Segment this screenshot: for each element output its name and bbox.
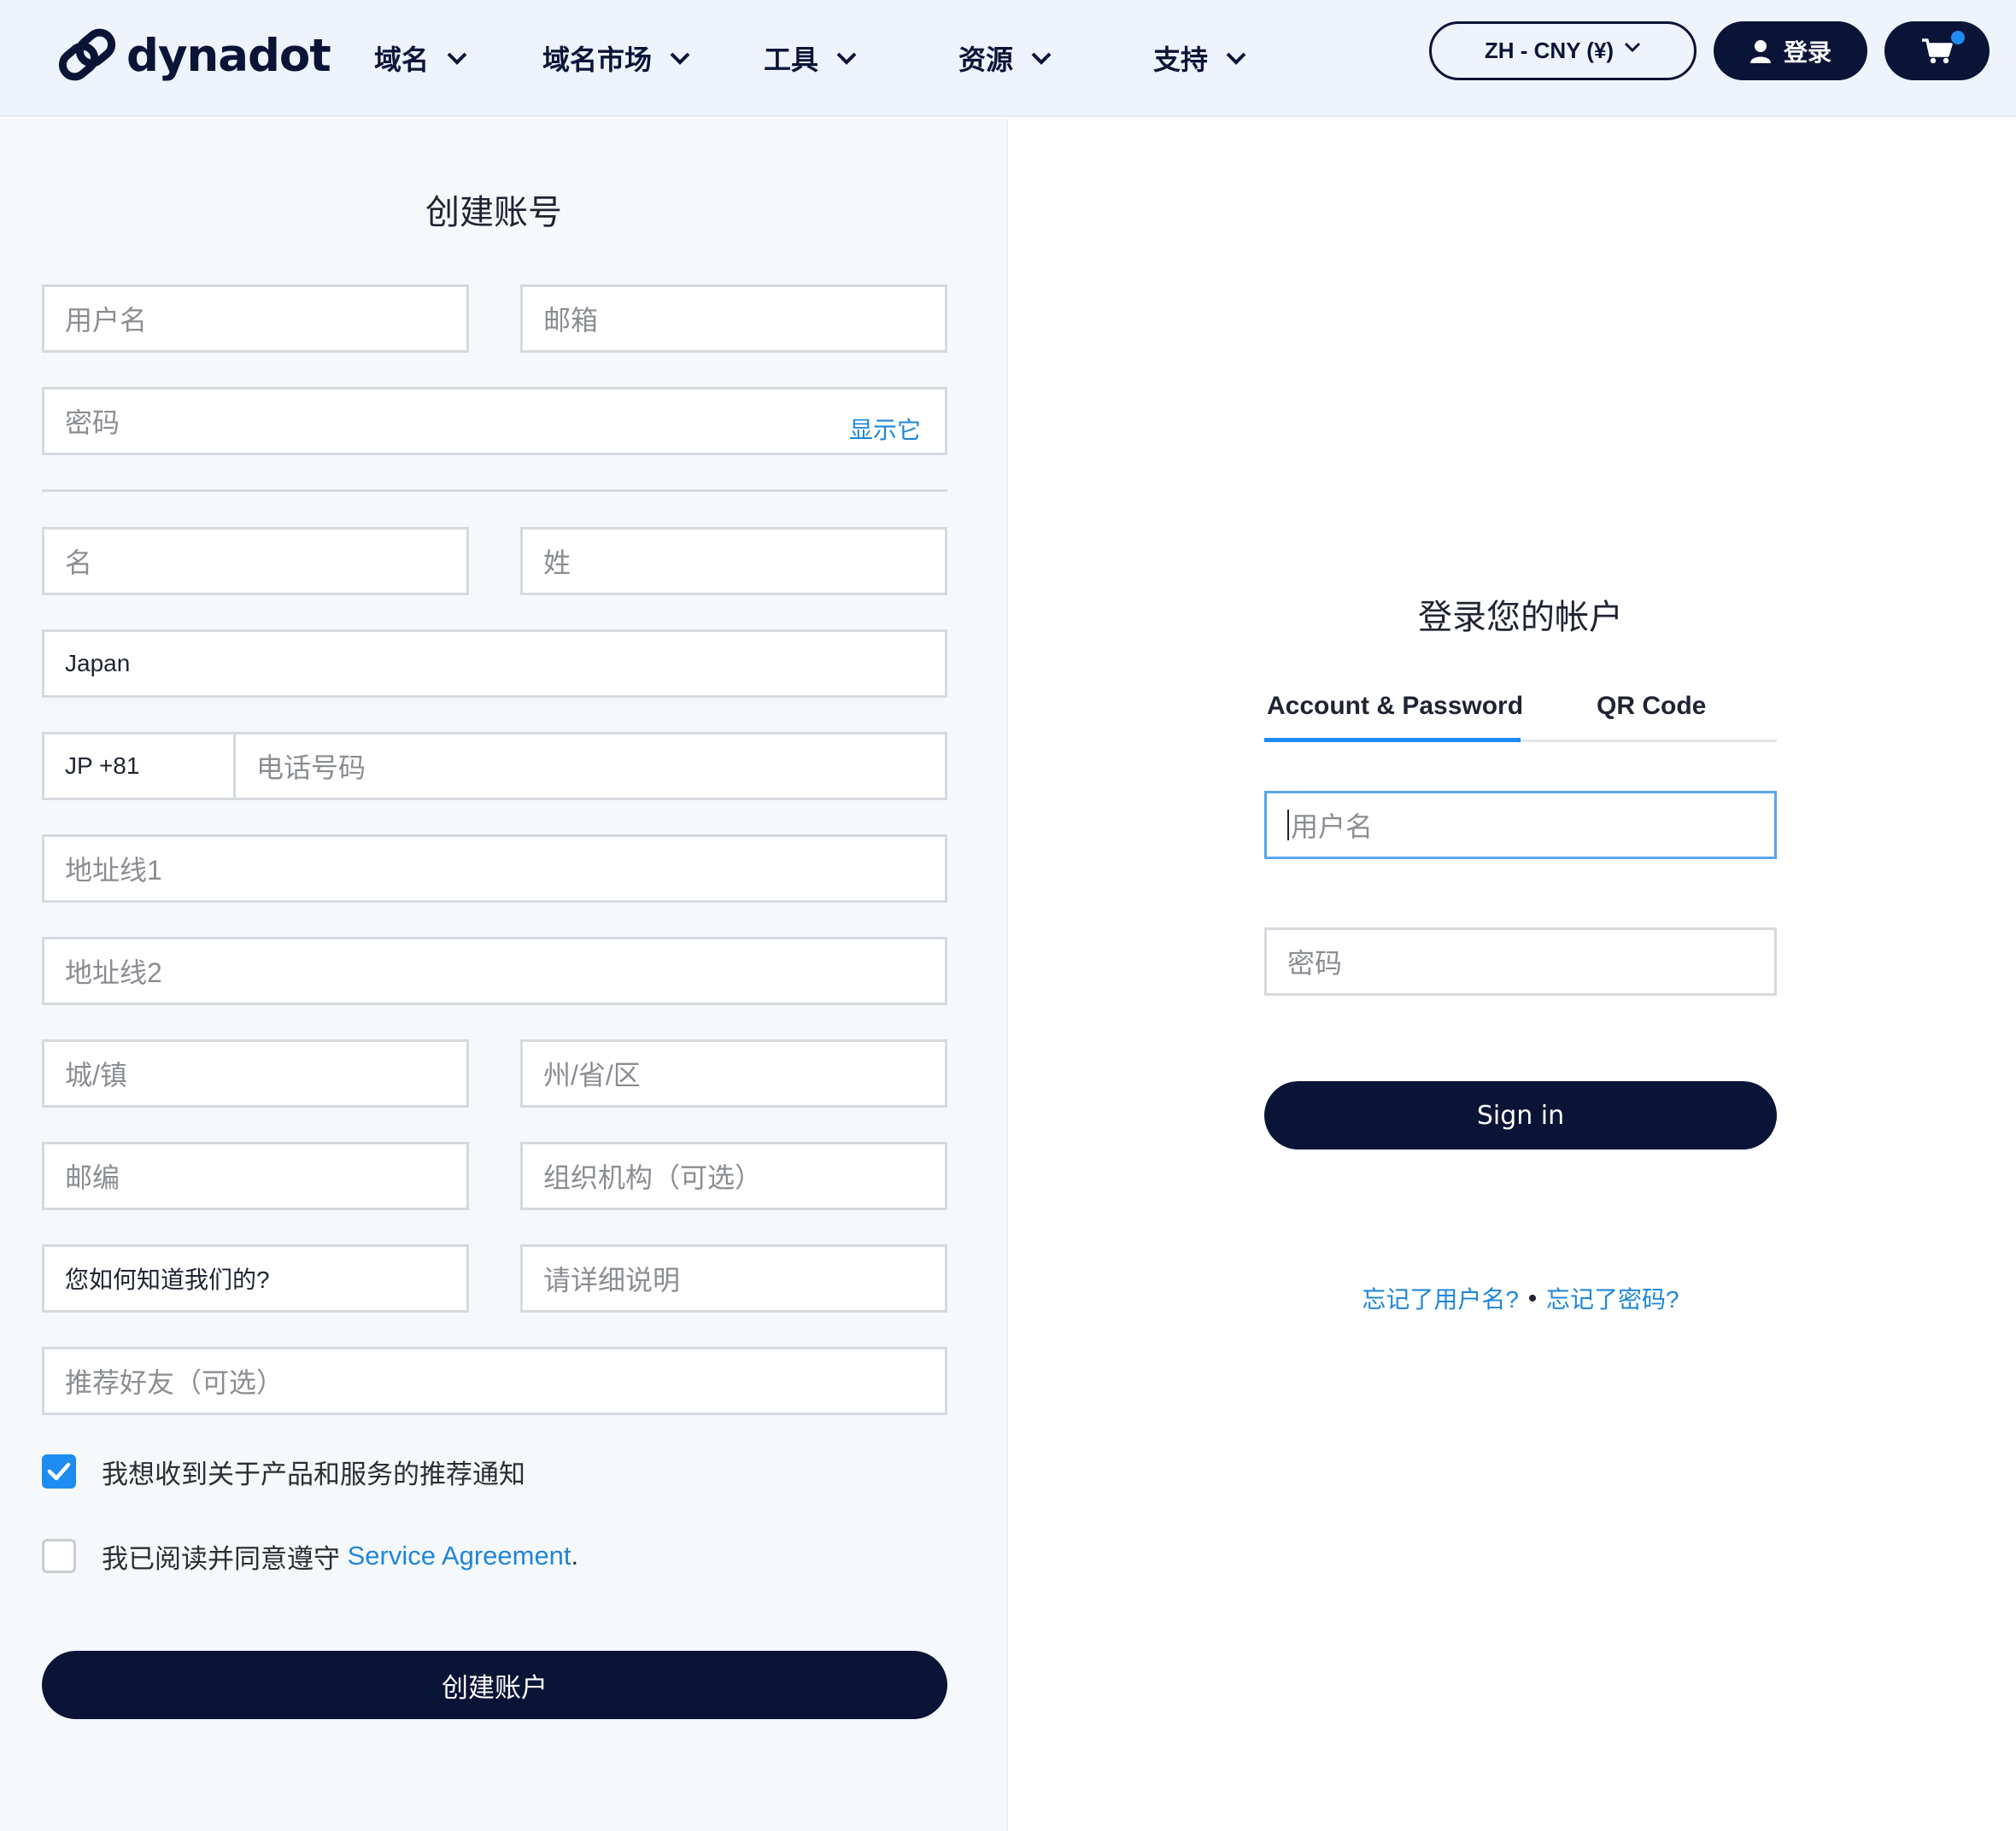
city-input[interactable]: 城/镇 — [42, 1039, 469, 1108]
panel-divider — [1006, 119, 1008, 1831]
forgot-password-link[interactable]: 忘记了密码? — [1546, 1281, 1679, 1315]
agreement-prefix: 我已阅读并同意遵守 — [102, 1543, 348, 1574]
state-input[interactable]: 州/省/区 — [520, 1039, 947, 1108]
nav-label: 域名 — [374, 44, 430, 75]
placeholder: 用户名 — [1291, 811, 1374, 842]
placeholder: 地址线2 — [65, 957, 162, 988]
signin-title: 登录您的帐户 — [1418, 599, 1623, 636]
referral-source-value: 您如何知道我们的? — [65, 1266, 270, 1293]
sign-in-button[interactable]: Sign in — [1264, 1081, 1777, 1149]
address-line2-input[interactable]: 地址线2 — [42, 937, 947, 1005]
referral-details-input[interactable]: 请详细说明 — [520, 1244, 947, 1313]
header-login-button[interactable]: 登录 — [1714, 21, 1867, 80]
nav-resources[interactable]: 资源 — [958, 38, 1052, 79]
placeholder: 城/镇 — [65, 1060, 127, 1091]
nav-marketplace[interactable]: 域名市场 — [542, 38, 691, 79]
country-value: Japan — [65, 650, 131, 676]
language-currency-label: ZH - CNY (¥) — [1484, 38, 1615, 63]
brand-name: dynadot — [126, 29, 331, 82]
create-account-button[interactable]: 创建账户 — [42, 1651, 947, 1719]
cart-button[interactable] — [1884, 21, 1990, 80]
chevron-down-icon — [670, 52, 690, 65]
tab-qr-code[interactable]: QR Code — [1597, 692, 1706, 721]
phone-country-code-select[interactable]: JP +81 — [65, 734, 236, 798]
nav-domains[interactable]: 域名 — [374, 38, 468, 79]
organization-input[interactable]: 组织机构（可选） — [520, 1142, 947, 1210]
link-separator — [1529, 1295, 1536, 1302]
dynadot-logo-icon — [58, 28, 116, 81]
placeholder: 名 — [65, 547, 93, 578]
chevron-down-icon — [1625, 42, 1641, 52]
tab-account-password[interactable]: Account & Password — [1267, 692, 1523, 721]
placeholder: 组织机构（可选） — [543, 1162, 763, 1193]
newsletter-label: 我想收到关于产品和服务的推荐通知 — [102, 1459, 525, 1489]
chevron-down-icon — [1031, 52, 1052, 65]
brand-logo[interactable]: dynadot — [56, 24, 331, 87]
signup-email-input[interactable]: 邮箱 — [520, 284, 947, 353]
newsletter-option: 我想收到关于产品和服务的推荐通知 — [42, 1454, 525, 1489]
forgot-links: 忘记了用户名? 忘记了密码? — [1264, 1281, 1777, 1315]
placeholder: 州/省/区 — [543, 1060, 641, 1091]
placeholder: 姓 — [543, 547, 571, 578]
placeholder: 密码 — [1287, 948, 1343, 979]
placeholder: 邮箱 — [543, 305, 599, 336]
chevron-down-icon — [447, 52, 467, 65]
language-currency-selector[interactable]: ZH - CNY (¥) — [1429, 21, 1697, 80]
nav-label: 域名市场 — [542, 44, 653, 75]
referral-source-select[interactable]: 您如何知道我们的? — [42, 1244, 469, 1313]
chevron-down-icon — [836, 52, 857, 65]
placeholder: 用户名 — [65, 305, 148, 336]
service-agreement-link[interactable]: Service Agreement — [348, 1541, 571, 1571]
phone-number-input[interactable]: 电话号码 — [236, 746, 366, 786]
top-header: dynadot 域名 域名市场 工具 资源 支持 ZH - CNY (¥) 登录 — [0, 0, 2016, 117]
nav-tools[interactable]: 工具 — [764, 38, 858, 79]
nav-label: 支持 — [1153, 44, 1209, 75]
signup-username-input[interactable]: 用户名 — [42, 284, 469, 353]
nav-support[interactable]: 支持 — [1153, 38, 1247, 79]
newsletter-checkbox[interactable] — [42, 1454, 76, 1489]
cart-notification-badge — [1951, 31, 1965, 44]
login-label: 登录 — [1783, 38, 1831, 66]
nav-label: 资源 — [958, 44, 1014, 75]
placeholder: 请详细说明 — [543, 1265, 681, 1296]
placeholder: 邮编 — [65, 1162, 120, 1193]
phone-field: JP +81 电话号码 — [42, 732, 947, 800]
address-line1-input[interactable]: 地址线1 — [42, 834, 947, 903]
signin-username-input[interactable]: 用户名 — [1264, 791, 1777, 859]
agreement-suffix: . — [571, 1541, 579, 1571]
show-password-toggle[interactable]: 显示它 — [849, 412, 921, 446]
placeholder: 密码 — [65, 407, 120, 438]
nav-label: 工具 — [764, 44, 819, 75]
create-account-title: 创建账号 — [425, 194, 562, 231]
active-tab-indicator — [1264, 738, 1521, 742]
placeholder: 推荐好友（可选） — [65, 1367, 284, 1398]
country-select[interactable]: Japan — [42, 629, 947, 698]
create-account-label: 创建账户 — [442, 1672, 548, 1703]
referrer-friend-input[interactable]: 推荐好友（可选） — [42, 1347, 947, 1415]
forgot-username-link[interactable]: 忘记了用户名? — [1362, 1281, 1519, 1315]
placeholder: 地址线1 — [65, 855, 162, 886]
chevron-down-icon — [1226, 52, 1246, 65]
last-name-input[interactable]: 姓 — [520, 527, 947, 595]
first-name-input[interactable]: 名 — [42, 527, 469, 595]
user-icon — [1749, 39, 1771, 63]
agreement-option: 我已阅读并同意遵守 Service Agreement . — [42, 1539, 579, 1574]
cart-icon — [1921, 38, 1953, 63]
sign-in-label: Sign in — [1476, 1100, 1565, 1131]
text-cursor — [1287, 810, 1289, 840]
signin-password-input[interactable]: 密码 — [1264, 927, 1777, 996]
check-icon — [47, 1462, 71, 1481]
agreement-checkbox[interactable] — [42, 1539, 76, 1573]
signup-password-input[interactable]: 密码 显示它 — [42, 387, 947, 455]
zip-input[interactable]: 邮编 — [42, 1142, 469, 1210]
form-divider — [42, 489, 947, 492]
